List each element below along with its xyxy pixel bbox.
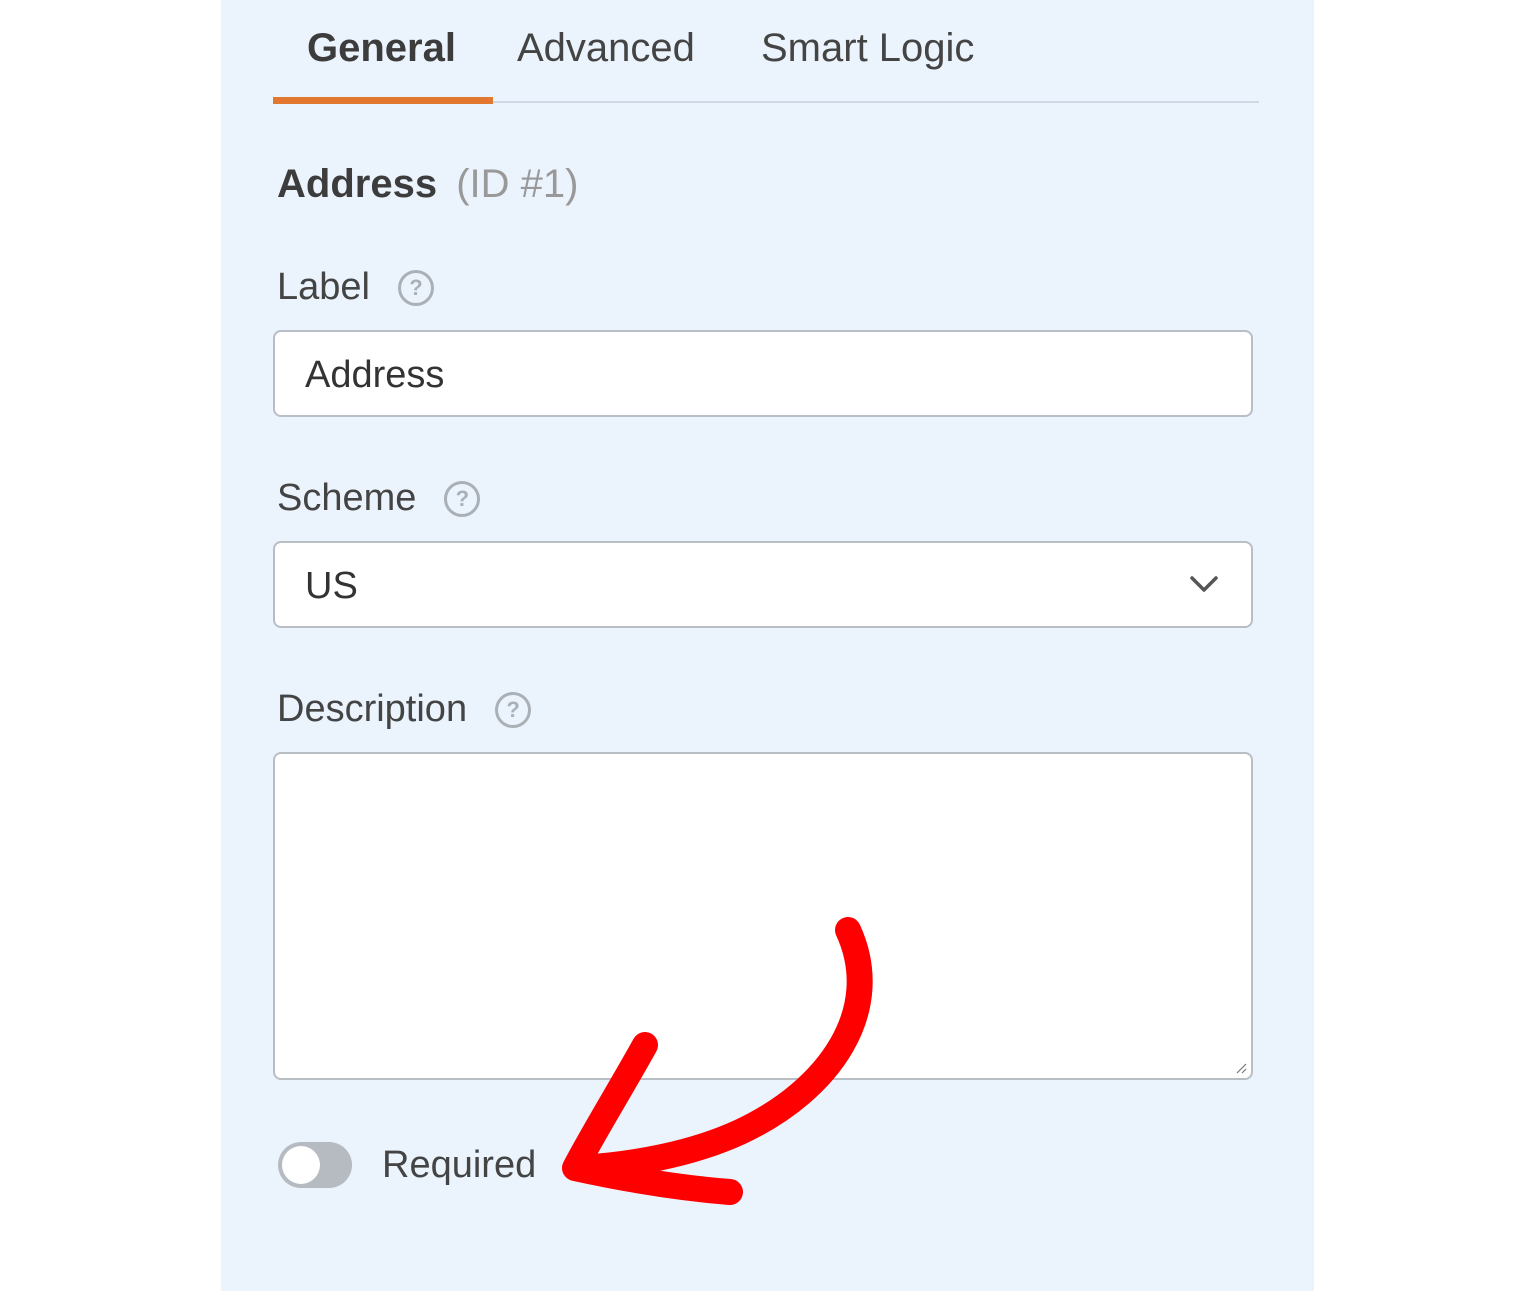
scheme-field-label: Scheme (277, 477, 417, 519)
scheme-select[interactable]: US (273, 541, 1253, 628)
scheme-select-value: US (305, 565, 358, 607)
field-name: Address (277, 162, 438, 206)
scheme-field-label-row: Scheme ? (277, 477, 481, 520)
required-toggle-label[interactable]: Required (382, 1144, 536, 1187)
resize-handle-icon[interactable] (1235, 1062, 1247, 1074)
scheme-help-icon[interactable]: ? (444, 480, 481, 517)
required-toggle-row: Required (278, 1142, 536, 1188)
description-field-label-row: Description ? (277, 688, 532, 731)
tab-bar: General Advanced Smart Logic (273, 0, 1259, 105)
label-input-value: Address (305, 354, 445, 396)
required-toggle[interactable] (278, 1142, 352, 1188)
label-field-label-row: Label ? (277, 266, 434, 309)
description-textarea[interactable] (273, 752, 1253, 1080)
chevron-down-icon (1190, 576, 1218, 592)
label-help-icon[interactable]: ? (397, 269, 434, 306)
field-options-panel: General Advanced Smart Logic Address (ID… (221, 0, 1314, 1291)
tab-advanced[interactable]: Advanced (517, 26, 695, 71)
tab-smart-logic[interactable]: Smart Logic (761, 26, 974, 71)
description-field-label: Description (277, 688, 468, 730)
active-tab-indicator (273, 97, 493, 104)
label-field-label: Label (277, 266, 370, 308)
field-id: (ID #1) (456, 162, 579, 206)
tab-general[interactable]: General (307, 26, 456, 71)
description-help-icon[interactable]: ? (495, 691, 532, 728)
field-title: Address (ID #1) (277, 162, 578, 207)
label-input[interactable]: Address (273, 330, 1253, 417)
toggle-knob (282, 1146, 320, 1184)
